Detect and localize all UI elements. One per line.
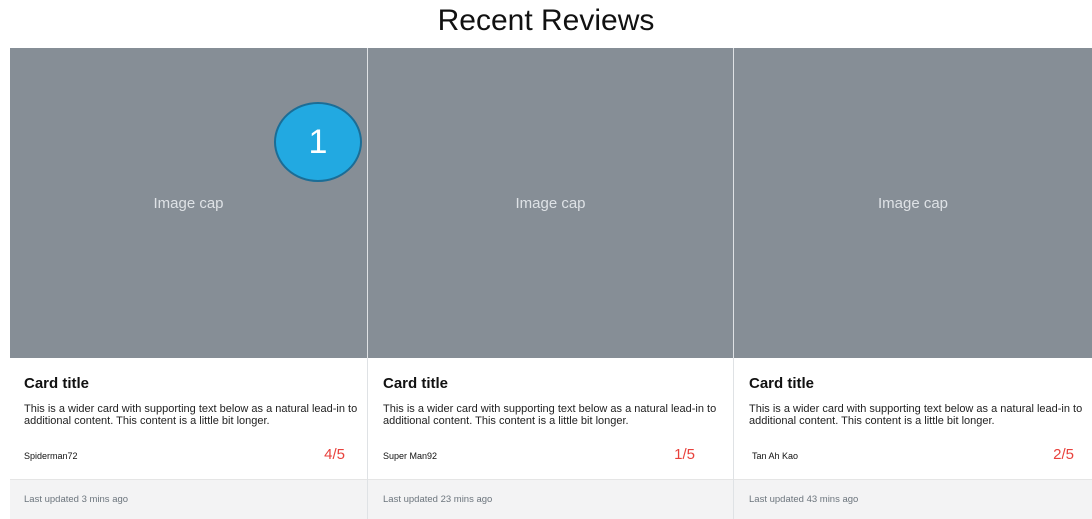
last-updated: Last updated 23 mins ago xyxy=(383,494,493,505)
image-cap-label: Image cap xyxy=(153,194,224,212)
card-text: This is a wider card with supporting tex… xyxy=(383,403,717,427)
review-author: Tan Ah Kao xyxy=(752,451,799,461)
card-title: Card title xyxy=(24,375,90,392)
step-badge: 1 xyxy=(274,102,362,182)
image-cap: Image cap xyxy=(10,48,367,358)
review-rating: 2/5 xyxy=(1053,446,1074,463)
card-body: Card title This is a wider card with sup… xyxy=(10,358,367,479)
review-author: Spiderman72 xyxy=(24,451,78,461)
card-text: This is a wider card with supporting tex… xyxy=(749,403,1083,427)
review-card-2[interactable]: Image cap Card title This is a wider car… xyxy=(367,48,733,519)
image-cap: Image cap xyxy=(368,48,733,358)
card-body: Card title This is a wider card with sup… xyxy=(368,358,733,479)
review-meta: Tan Ah Kao 2/5 xyxy=(752,446,1074,463)
card-footer: Last updated 43 mins ago xyxy=(734,479,1092,519)
image-cap: Image cap xyxy=(734,48,1092,358)
card-body: Card title This is a wider card with sup… xyxy=(734,358,1092,479)
review-author: Super Man92 xyxy=(383,451,438,461)
image-cap-label: Image cap xyxy=(877,194,949,212)
review-meta: Super Man92 1/5 xyxy=(383,446,695,463)
card-title: Card title xyxy=(383,375,449,392)
last-updated: Last updated 3 mins ago xyxy=(24,494,129,505)
last-updated: Last updated 43 mins ago xyxy=(749,494,859,505)
card-footer: Last updated 23 mins ago xyxy=(368,479,733,519)
card-text: This is a wider card with supporting tex… xyxy=(24,403,358,427)
review-rating: 4/5 xyxy=(324,446,345,463)
page-title: Recent Reviews xyxy=(437,4,655,37)
image-cap-label: Image cap xyxy=(515,194,586,212)
review-card-3[interactable]: Image cap Card title This is a wider car… xyxy=(733,48,1092,519)
review-meta: Spiderman72 4/5 xyxy=(24,446,345,463)
card-deck: Image cap Card title This is a wider car… xyxy=(10,48,1092,519)
reviews-page: Recent Reviews 1 Image cap Card title Th… xyxy=(0,0,1092,519)
card-footer: Last updated 3 mins ago xyxy=(10,479,367,519)
review-rating: 1/5 xyxy=(674,446,695,463)
card-title: Card title xyxy=(749,375,815,392)
